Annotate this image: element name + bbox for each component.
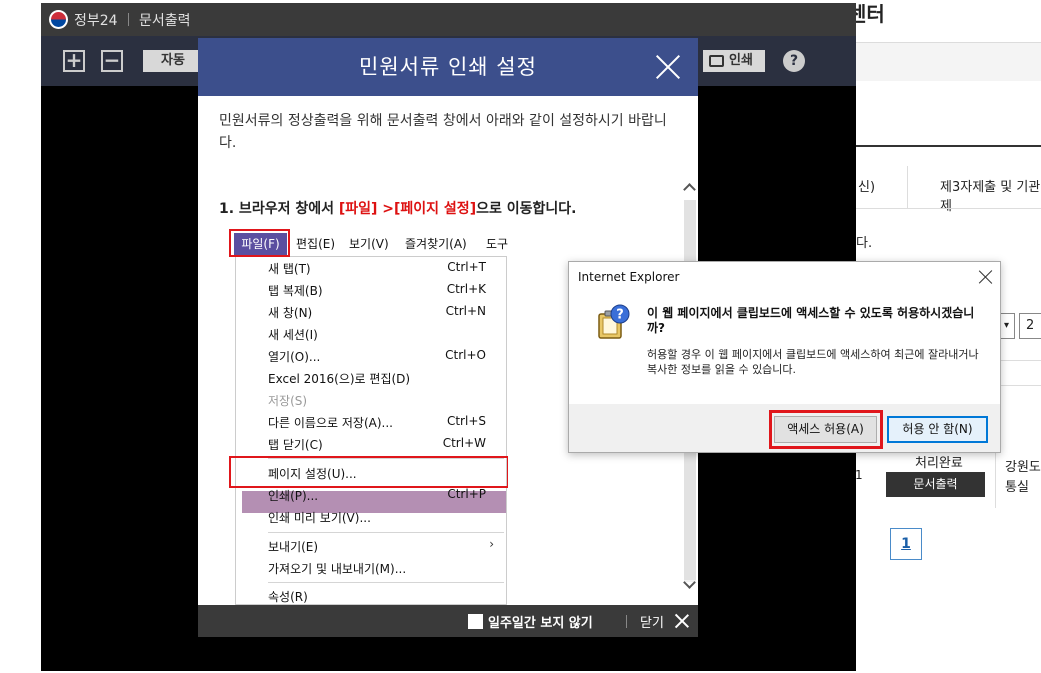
ie-clipboard-dialog: Internet Explorer ? 이 웹 페이지에서 클립보드에 액세스할… (568, 261, 1001, 453)
region-text: 통실 (1005, 480, 1029, 495)
menubar-favorites: 즐겨찾기(A) (405, 237, 467, 251)
menubar-edit: 편집(E) (296, 237, 336, 251)
menu-item-print-preview: 인쇄 미리 보기(V)... (268, 511, 371, 525)
page-setup-red-highlight (229, 456, 508, 488)
background-text: 다. (856, 236, 873, 251)
submenu-arrow-icon: › (489, 537, 494, 551)
menu-shortcut: Ctrl+K (446, 282, 486, 296)
viewer-titlebar: 정부24 문서출력 (41, 3, 856, 36)
menu-item-send: 보내기(E) (268, 540, 319, 554)
print-button-label: 인쇄 (729, 53, 753, 68)
ie-dialog-description: 허용할 경우 이 웹 페이지에서 클립보드에 액세스하여 최근에 잘라내거나 복… (647, 348, 979, 376)
table-row-divider (856, 208, 1041, 209)
table-header-cell: 신) (858, 180, 876, 195)
zoom-in-button[interactable]: + (63, 50, 85, 72)
allow-button-red-highlight (769, 410, 883, 449)
menu-shortcut: Ctrl+N (445, 304, 486, 318)
deny-access-button[interactable]: 허용 안 함(N) (887, 416, 988, 443)
menu-separator (268, 532, 504, 533)
modal-footer: 일주일간 보지 않기 닫기 (198, 605, 698, 637)
menu-shortcut: Ctrl+P (447, 487, 486, 501)
print-button[interactable]: 인쇄 (703, 50, 765, 72)
modal-title: 민원서류 인쇄 설정 (359, 55, 537, 79)
step-suffix: 으로 이동합니다. (476, 201, 577, 217)
modal-header: 민원서류 인쇄 설정 (198, 38, 698, 96)
zoom-out-button[interactable]: − (101, 50, 123, 72)
viewer-brand: 정부24 (74, 13, 118, 29)
menu-item-save-as: 다른 이름으로 저장(A)... (268, 416, 393, 430)
menu-item-save: 저장(S) (268, 394, 308, 408)
scroll-up-arrow-icon[interactable] (682, 180, 697, 195)
ie-file-menu-illustration: 파일(F) 편집(E) 보기(V) 즐겨찾기(A) 도구 새 탭(T) Ctrl… (228, 228, 508, 605)
menu-item-print: 인쇄(P)... (268, 489, 319, 503)
help-button[interactable]: ? (783, 50, 805, 72)
menu-item-properties: 속성(R) (268, 590, 308, 604)
step-page-setup-highlight: [페이지 설정] (394, 201, 477, 217)
menu-shortcut: Ctrl+T (447, 260, 486, 274)
zoom-auto-select[interactable]: 자동 (143, 50, 203, 72)
scroll-down-arrow-icon[interactable] (682, 578, 697, 593)
table-cell: 1 (855, 468, 863, 482)
ie-dialog-body: ? 이 웹 페이지에서 클립보드에 액세스할 수 있도록 허용하시겠습니까? 허… (569, 292, 1000, 404)
printer-icon (709, 55, 724, 67)
menu-item-new-tab: 새 탭(T) (268, 262, 311, 276)
ie-dialog-question: 이 웹 페이지에서 클립보드에 액세스할 수 있도록 허용하시겠습니까? (647, 306, 975, 335)
status-text: 처리완료 (915, 456, 963, 471)
table-header-divider (907, 166, 908, 208)
document-print-button[interactable]: 문서출력 (886, 472, 985, 497)
menu-item-close-tab: 탭 닫기(C) (268, 438, 323, 452)
viewer-title: 문서출력 (139, 13, 191, 29)
menu-shortcut: Ctrl+S (446, 414, 486, 428)
table-top-border (856, 145, 1041, 147)
menubar-view: 보기(V) (349, 237, 389, 251)
subnav-band (856, 43, 1041, 81)
step-file-highlight: [파일] (338, 201, 378, 217)
region-text: 강원도 (1005, 460, 1041, 475)
ie-dialog-titlebar: Internet Explorer (569, 262, 1000, 292)
svg-text:?: ? (616, 308, 624, 323)
step-prefix: 1. 브라우저 창에서 (219, 201, 339, 217)
menu-item-open: 열기(O)... (268, 350, 321, 364)
menu-shortcut: Ctrl+W (442, 436, 486, 450)
page-size-select[interactable]: 2 (1019, 313, 1041, 339)
dont-show-week-label[interactable]: 일주일간 보지 않기 (488, 612, 593, 631)
menu-item-edit-excel: Excel 2016(으)로 편집(D) (268, 372, 411, 386)
government-emblem-icon (49, 10, 68, 29)
titlebar-divider (128, 13, 129, 26)
step-instruction: 1. 브라우저 창에서 [파일] >[페이지 설정]으로 이동합니다. (219, 198, 576, 218)
dont-show-week-checkbox[interactable] (468, 614, 483, 629)
modal-intro-text: 민원서류의 정상출력을 위해 문서출력 창에서 아래와 같이 설정하시기 바랍니… (219, 113, 667, 151)
file-menu-red-highlight (229, 229, 290, 257)
menu-item-new-window: 새 창(N) (268, 306, 313, 320)
ie-dialog-title: Internet Explorer (578, 270, 680, 284)
clipboard-question-icon: ? (598, 304, 630, 339)
footer-close-button[interactable]: 닫기 (640, 612, 664, 631)
menu-item-duplicate-tab: 탭 복제(B) (268, 284, 323, 298)
file-dropdown: 새 탭(T) Ctrl+T 탭 복제(B) Ctrl+K 새 창(N) Ctrl… (235, 256, 507, 605)
modal-close-icon[interactable] (654, 53, 682, 81)
pagination-current[interactable]: 1 (890, 528, 922, 560)
menu-separator (268, 582, 504, 583)
footer-divider (626, 615, 627, 628)
footer-close-icon[interactable] (675, 614, 689, 628)
step-arrow: > (377, 201, 395, 217)
menu-shortcut: Ctrl+O (445, 348, 486, 362)
ie-dialog-close-icon[interactable] (979, 270, 993, 284)
menu-item-new-session: 새 세션(I) (268, 328, 318, 342)
menu-item-import-export: 가져오기 및 내보내기(M)... (268, 562, 407, 576)
menubar-tools: 도구 (486, 237, 508, 251)
